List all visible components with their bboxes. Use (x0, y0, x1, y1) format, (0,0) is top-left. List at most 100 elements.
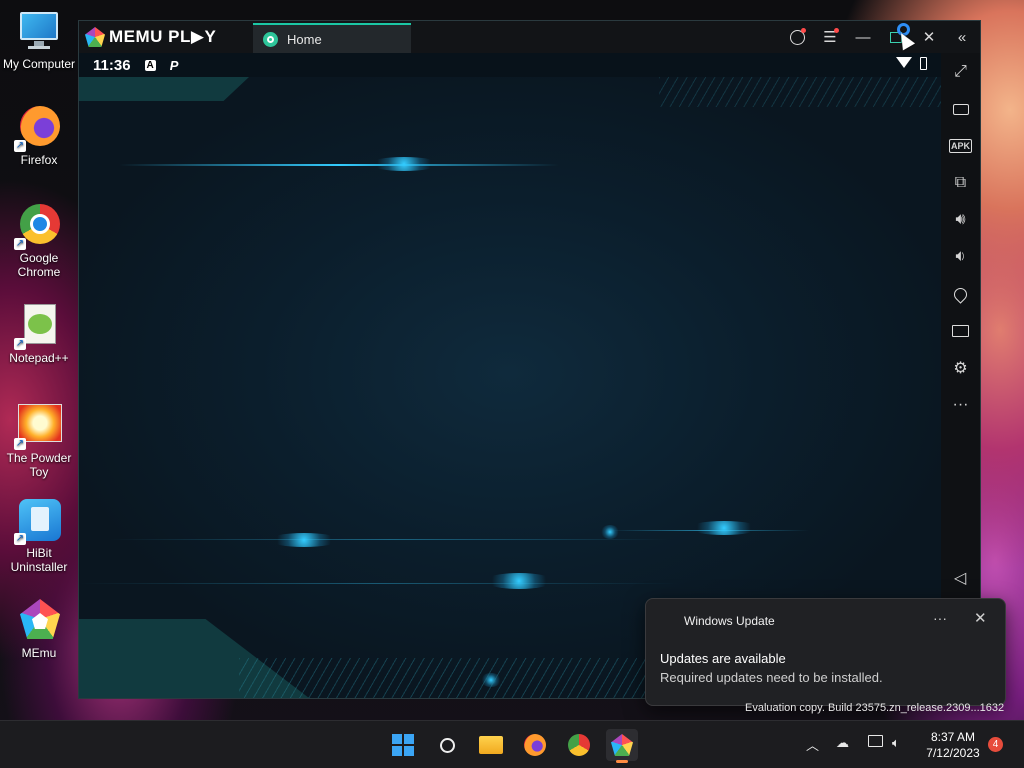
memu-logo-text: MEMU PL▶Y (109, 27, 217, 46)
wallpaper-glow-line (79, 583, 679, 584)
firefox-icon: ↗ (14, 104, 62, 152)
folder-icon (479, 736, 503, 754)
desktop-icon-firefox[interactable]: ↗ Firefox (0, 104, 78, 167)
desktop-icon-chrome[interactable]: ↗ Google Chrome (0, 202, 78, 279)
start-button[interactable] (387, 729, 419, 761)
apk-icon: APK (948, 139, 972, 153)
monitor-icon (16, 8, 62, 54)
desktop-icon-notepadpp[interactable]: ↗ Notepad++ (0, 302, 78, 365)
more-dots-icon: ··· (952, 396, 969, 413)
search-icon (439, 737, 455, 753)
desktop-icon-label: The Powder Toy (6, 451, 72, 479)
clock-time: 8:37 AM (930, 730, 976, 744)
wallpaper-top-panel (79, 77, 249, 101)
settings-button[interactable]: ⚙︎ (948, 355, 974, 381)
wallpaper-glow-line (609, 530, 809, 531)
window-controls: ☰ — ✕ « (787, 23, 972, 47)
desktop-icon-hibit[interactable]: ↗ HiBit Uninstaller (0, 497, 78, 574)
evaluation-watermark: Evaluation copy. Build 23575.zn_release.… (745, 702, 1005, 714)
wallpaper-glow-spot (601, 525, 619, 539)
hibit-icon: ↗ (14, 497, 62, 545)
account-button[interactable] (787, 27, 807, 47)
network-icon (868, 735, 883, 747)
wallpaper-glow-spot (689, 521, 759, 535)
desktop-icon-powder-toy[interactable]: ↗ The Powder Toy (0, 402, 78, 479)
taskbar-search-button[interactable] (431, 729, 463, 761)
keyboard-button[interactable] (948, 96, 974, 122)
volume-up-icon: 🔊︎ (955, 211, 966, 228)
menu-button[interactable]: ☰ (820, 27, 840, 47)
status-time: 11:36 (93, 56, 131, 74)
status-p-icon: P (169, 57, 179, 73)
chevron-up-icon: ︿ (806, 738, 820, 753)
tab-home-label: Home (287, 31, 322, 47)
apk-button[interactable]: APK (948, 133, 974, 159)
memu-icon (611, 734, 633, 756)
gear-icon: ⚙︎ (953, 360, 968, 377)
notepadpp-icon: ↗ (14, 302, 62, 350)
close-button[interactable]: ✕ (919, 27, 939, 47)
toast-close-button[interactable]: ✕ (974, 609, 987, 627)
battery-icon (920, 57, 927, 70)
taskbar-memu[interactable] (606, 729, 638, 763)
memu-titlebar[interactable]: MEMU PL▶Y Home ☰ — ✕ « (79, 21, 980, 53)
volume-up-button[interactable]: 🔊︎ (948, 207, 974, 233)
desktop-icon-label: Notepad++ (9, 351, 69, 365)
folder-icon (952, 325, 969, 337)
desktop-icon-label: Google Chrome (17, 251, 61, 279)
location-pin-icon (951, 284, 970, 304)
collapse-sidebar-button[interactable]: « (952, 27, 972, 47)
taskbar: ︿ ☁︎ 🔈︎ 8:37 AM 7/12/2023 4 (0, 720, 1024, 768)
toast-more-button[interactable]: ··· (933, 610, 947, 626)
desktop-icon-label: Firefox (20, 153, 58, 167)
memu-logo-icon (85, 27, 105, 47)
wifi-icon (896, 57, 912, 68)
desktop-icon-memu[interactable]: MEmu (0, 597, 78, 660)
back-triangle-icon: ◁ (953, 570, 967, 587)
toast-app-name: Windows Update (684, 614, 775, 628)
volume-down-button[interactable]: 🔉︎ (948, 244, 974, 270)
android-status-bar: 11:36 A P (79, 53, 941, 77)
wallpaper-glow-spot (269, 533, 339, 547)
keyboard-icon (952, 103, 969, 115)
more-button[interactable]: ··· (948, 392, 974, 418)
wallpaper-glow-spot (484, 573, 554, 589)
multi-instance-button[interactable]: ⧉ (948, 170, 974, 196)
home-tab-icon (263, 31, 278, 47)
taskbar-file-explorer[interactable] (475, 729, 507, 761)
minimize-button[interactable]: — (853, 27, 873, 47)
status-a-icon: A (144, 59, 156, 71)
speaker-icon: 🔈︎ (892, 735, 900, 750)
tray-overflow-chevron[interactable]: ︿ (806, 735, 819, 754)
chrome-icon (568, 734, 590, 756)
multi-instance-icon: ⧉ (954, 174, 967, 191)
taskbar-firefox[interactable] (519, 729, 551, 761)
wallpaper-grid (239, 658, 659, 698)
taskbar-chrome[interactable] (563, 729, 595, 761)
tray-network[interactable] (868, 735, 883, 750)
tray-volume[interactable]: 🔈︎ (892, 735, 900, 751)
status-right (896, 57, 927, 70)
chrome-icon: ↗ (14, 202, 62, 250)
back-button[interactable]: ◁ (947, 565, 973, 591)
wallpaper-glow-line (119, 164, 559, 166)
fullscreen-button[interactable]: ⤢ (948, 59, 974, 85)
wallpaper-glow-spot (369, 157, 439, 171)
firefox-icon (524, 734, 546, 756)
wallpaper-glow-line (109, 539, 669, 540)
close-icon: ✕ (922, 29, 936, 46)
tab-home[interactable]: Home (253, 23, 411, 53)
desktop-icon-label: My Computer (2, 57, 76, 71)
folder-button[interactable] (948, 318, 974, 344)
taskbar-clock[interactable]: 8:37 AM 7/12/2023 (920, 729, 986, 761)
cloud-offline-icon: ☁︎ (836, 735, 849, 750)
minimize-icon: — (855, 28, 871, 46)
menu-alert-dot (834, 28, 839, 33)
location-button[interactable] (948, 281, 974, 307)
memu-icon (16, 597, 62, 643)
notification-count-badge[interactable]: 4 (988, 737, 1003, 752)
desktop-icon-my-computer[interactable]: My Computer (0, 8, 78, 71)
desktop-icon-label: MEmu (21, 646, 57, 660)
windows-update-toast[interactable]: Windows Update ··· ✕ Updates are availab… (645, 598, 1006, 706)
tray-onedrive[interactable]: ☁︎ (836, 735, 849, 751)
